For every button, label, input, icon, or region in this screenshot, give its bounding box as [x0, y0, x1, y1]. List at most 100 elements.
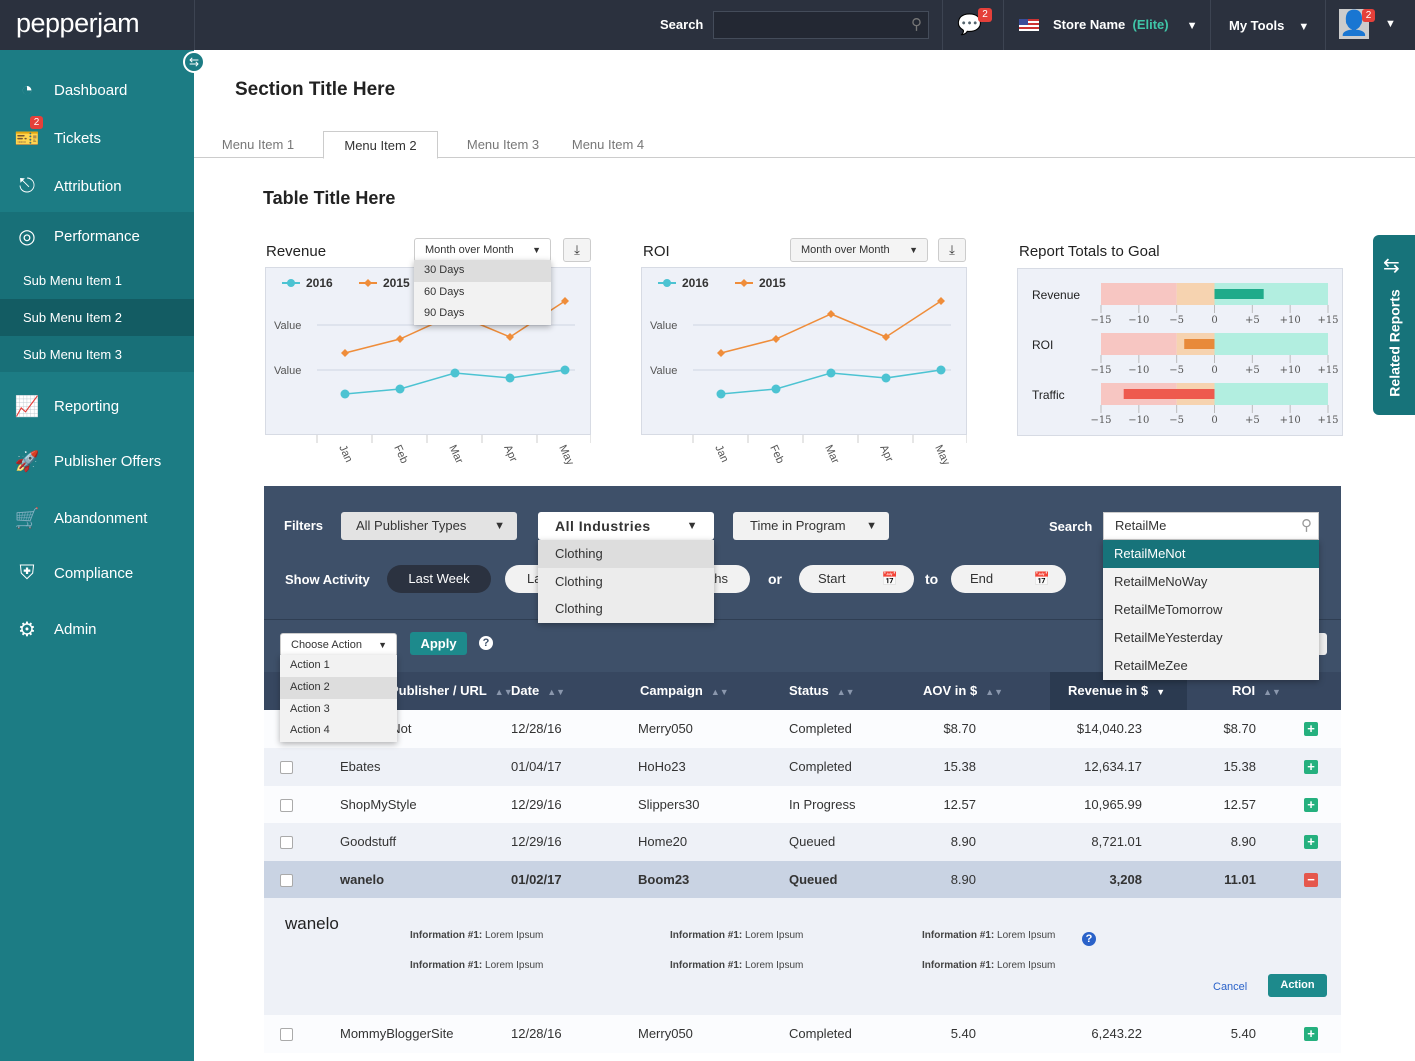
chevron-down-icon[interactable]: ▼ [1385, 18, 1396, 30]
data-point [560, 365, 570, 375]
column-header-status[interactable]: Status ▲▼ [789, 683, 855, 698]
expand-row-icon[interactable]: + [1304, 760, 1318, 774]
row-checkbox[interactable] [280, 874, 293, 887]
tab-menu-item-3[interactable]: Menu Item 3 [453, 131, 553, 158]
x-tick-label: May [932, 443, 952, 467]
apply-button[interactable]: Apply [410, 632, 467, 655]
sidebar-subitem-2[interactable]: Sub Menu Item 2 [0, 299, 194, 336]
suggestion-option[interactable]: RetailMeNot [1103, 540, 1319, 568]
roi-download-button[interactable]: ⤓ [938, 238, 966, 262]
x-tick-label: May [556, 443, 576, 467]
period-option[interactable]: 60 Days [414, 282, 551, 304]
action-option[interactable]: Action 2 [280, 676, 397, 699]
industries-select[interactable]: All Industries ▼ [538, 512, 714, 540]
expand-row-icon[interactable]: + [1304, 722, 1318, 736]
data-point [505, 373, 515, 383]
x-tick-label: 0 [1211, 415, 1217, 426]
sidebar-item-abandonment[interactable]: 🛒 Abandonment [0, 498, 194, 538]
x-tick-label: +15 [1317, 365, 1338, 376]
sidebar-item-performance[interactable]: ◎ Performance [0, 216, 194, 256]
column-header-roi[interactable]: ROI ▲▼ [1232, 683, 1281, 698]
tab-menu-item-4[interactable]: Menu Item 4 [558, 131, 658, 158]
cell-aov: 5.40 [950, 1026, 976, 1041]
table-row[interactable]: wanelo 01/02/17 Boom23 Queued 8.90 3,208 11.01… [264, 861, 1341, 899]
column-header-campaign[interactable]: Campaign ▲▼ [640, 683, 729, 698]
industry-option[interactable]: Clothing [538, 540, 714, 568]
revenue-download-button[interactable]: ⤓ [563, 238, 591, 262]
store-selector[interactable]: Store Name (Elite) ▼ [1053, 17, 1198, 32]
table-row[interactable]: Goodstuff 12/29/16 Home20 Queued 8.90 8,721.0… [264, 823, 1341, 861]
sidebar-subitem-3[interactable]: Sub Menu Item 3 [0, 336, 194, 373]
action-option[interactable]: Action 4 [280, 720, 397, 742]
action-option[interactable]: Action 3 [280, 699, 397, 721]
x-tick-label: −5 [1169, 415, 1184, 426]
expand-row-icon[interactable]: + [1304, 798, 1318, 812]
cell-revenue: $14,040.23 [1076, 721, 1142, 736]
tab-menu-item-1[interactable]: Menu Item 1 [208, 131, 308, 158]
global-search-input[interactable]: ⚲ [713, 11, 929, 39]
cancel-link[interactable]: Cancel [1213, 981, 1247, 993]
table-row[interactable]: MommyBloggerSite 12/28/16 Merry050 Complete… [264, 1015, 1341, 1053]
sidebar-item-attribution[interactable]: ⎋ Attribution [0, 166, 194, 206]
suggestion-option[interactable]: RetailMeYesterday [1103, 624, 1319, 652]
x-tick-label: −10 [1128, 315, 1149, 326]
collapse-row-icon[interactable]: − [1304, 873, 1318, 887]
column-header-date[interactable]: Date ▲▼ [511, 683, 565, 698]
cell-campaign: HoHo23 [638, 759, 686, 774]
rocket-icon: 🚀 [14, 450, 40, 473]
sidebar-item-compliance[interactable]: ⛨ Compliance [0, 553, 194, 593]
publisher-search-input[interactable]: RetailMe ⚲ [1103, 512, 1319, 540]
column-header-aov[interactable]: AOV in $ ▲▼ [923, 683, 1003, 698]
period-option[interactable]: 90 Days [414, 303, 551, 325]
show-activity-label: Show Activity [285, 572, 370, 587]
sidebar-item-reporting[interactable]: 📈 Reporting [0, 386, 194, 426]
sidebar-item-label: Dashboard [54, 81, 128, 99]
row-checkbox[interactable] [280, 761, 293, 774]
last-week-button[interactable]: Last Week [387, 565, 491, 593]
suggestion-option[interactable]: RetailMeZee [1103, 652, 1319, 680]
help-icon[interactable]: ? [479, 636, 493, 650]
sidebar-item-admin[interactable]: ⚙ Admin [0, 609, 194, 649]
related-reports-tab[interactable]: ⇆ Related Reports [1373, 235, 1415, 415]
logo[interactable]: pepperjam [16, 8, 140, 39]
x-tick-label: +5 [1245, 415, 1260, 426]
publisher-types-select[interactable]: All Publisher Types ▼ [341, 512, 517, 540]
y-tick-label: Value [650, 320, 677, 332]
data-point [450, 368, 460, 378]
sidebar-item-publisher-offers[interactable]: 🚀 Publisher Offers [0, 441, 194, 481]
expand-row-icon[interactable]: + [1304, 1027, 1318, 1041]
cell-status: Queued [789, 834, 836, 849]
period-option[interactable]: 30 Days [414, 260, 551, 282]
start-date-input[interactable]: Start 📅 [799, 565, 914, 593]
my-tools-menu[interactable]: My Tools ▼ [1229, 18, 1309, 33]
table-row[interactable]: RetailMeNot12/28/16Merry050Completed$8.7… [264, 710, 1341, 748]
row-checkbox[interactable] [280, 836, 293, 849]
help-icon[interactable]: ? [1082, 932, 1096, 946]
row-checkbox[interactable] [280, 799, 293, 812]
detail-action-button[interactable]: Action [1268, 974, 1327, 997]
time-in-program-select[interactable]: Time in Program ▼ [733, 512, 889, 540]
industry-option[interactable]: Clothing [538, 595, 714, 623]
choose-action-select[interactable]: Choose Action ▼ [280, 633, 397, 657]
roi-period-select[interactable]: Month over Month ▼ [790, 238, 928, 262]
expand-row-icon[interactable]: + [1304, 835, 1318, 849]
end-date-input[interactable]: End 📅 [951, 565, 1066, 593]
data-point [340, 389, 350, 399]
collapse-sidebar-icon[interactable]: ⇆ [183, 51, 205, 73]
row-checkbox[interactable] [280, 1028, 293, 1041]
suggestion-option[interactable]: RetailMeTomorrow [1103, 596, 1319, 624]
column-header-revenue[interactable]: Revenue in $ ▼ [1068, 683, 1165, 698]
table-row[interactable]: ShopMyStyle 12/29/16 Slippers30 In Progress… [264, 786, 1341, 824]
sidebar-item-dashboard[interactable]: ◔ Dashboard [0, 70, 194, 110]
column-header-publisher[interactable]: Publisher / URL ▲▼ [390, 683, 513, 698]
sidebar-subitem-1[interactable]: Sub Menu Item 1 [0, 262, 194, 299]
table-row[interactable]: Ebates 01/04/17 HoHo23 Completed 15.38 12,634… [264, 748, 1341, 786]
suggestion-option[interactable]: RetailMeNoWay [1103, 568, 1319, 596]
revenue-period-select[interactable]: Month over Month ▼ [414, 238, 551, 262]
bar-category-label: Revenue [1032, 288, 1080, 302]
industry-option[interactable]: Clothing [538, 568, 714, 596]
tab-menu-item-2[interactable]: Menu Item 2 [323, 131, 438, 159]
publisher-search-suggestions: RetailMeNot RetailMeNoWay RetailMeTomorr… [1103, 540, 1319, 680]
action-option[interactable]: Action 1 [280, 655, 397, 677]
cell-revenue: 6,243.22 [1091, 1026, 1142, 1041]
